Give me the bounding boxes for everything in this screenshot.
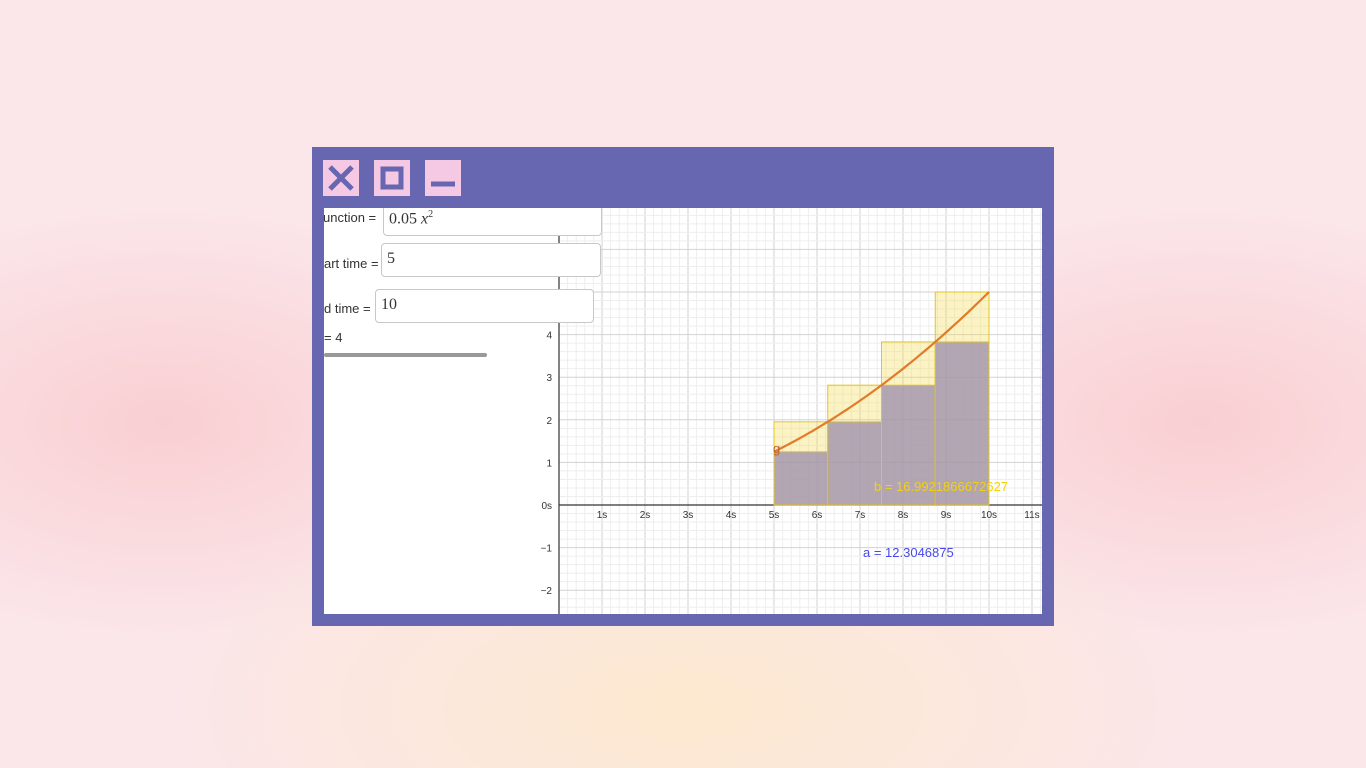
- app-window: g 1s 2s 3s 4s 5s 6s 7s 8s 9s 10s 11s −2 −1 0s 1 2 3 4 b = 1…: [312, 147, 1054, 626]
- maximize-button[interactable]: [374, 160, 410, 196]
- x-tick-label: 6s: [812, 510, 823, 521]
- x-tick-label: 1s: [597, 510, 608, 521]
- y-tick-label: −2: [541, 586, 553, 597]
- x-tick-label: 8s: [898, 510, 909, 521]
- lower-sum-label: a = 12.3046875: [863, 545, 954, 560]
- content-area: g 1s 2s 3s 4s 5s 6s 7s 8s 9s 10s 11s −2 −1 0s 1 2 3 4 b = 1…: [324, 208, 1042, 614]
- upper-sum-label: b = 16.9921866672627: [874, 479, 1008, 494]
- slider-track[interactable]: [324, 353, 487, 357]
- x-tick-label: 7s: [855, 510, 866, 521]
- maximize-icon: [380, 166, 404, 190]
- y-tick-label: 0s: [541, 501, 552, 512]
- x-tick-label: 2s: [640, 510, 651, 521]
- end-time-label: d time =: [324, 301, 371, 316]
- x-tick-label: 5s: [769, 510, 780, 521]
- x-tick-label: 4s: [726, 510, 737, 521]
- function-label: unction =: [324, 210, 377, 225]
- y-tick-label: 2: [546, 416, 552, 427]
- function-value-exp: 2: [428, 209, 434, 220]
- y-tick-label: −1: [541, 544, 553, 555]
- minimize-button[interactable]: [425, 160, 461, 196]
- close-icon: [328, 165, 354, 191]
- y-tick-label: 1: [546, 458, 552, 469]
- slider-label: = 4: [324, 330, 343, 345]
- lower-sum-rect: [773, 451, 829, 506]
- start-time-label: art time =: [324, 256, 379, 271]
- x-tick-label: 9s: [941, 510, 952, 521]
- curve-label: g: [773, 441, 780, 456]
- function-input[interactable]: 0.05 x2: [383, 208, 602, 236]
- function-value-prefix: 0.05: [389, 210, 421, 228]
- start-time-input[interactable]: 5: [381, 243, 601, 277]
- minimize-icon: [431, 181, 455, 187]
- x-tick-label: 11s: [1024, 510, 1039, 521]
- y-tick-label: 3: [546, 373, 552, 384]
- x-tick-label: 10s: [981, 510, 997, 521]
- y-tick-label: 4: [546, 331, 552, 342]
- x-tick-label: 3s: [683, 510, 694, 521]
- end-time-input[interactable]: 10: [375, 289, 594, 323]
- close-button[interactable]: [323, 160, 359, 196]
